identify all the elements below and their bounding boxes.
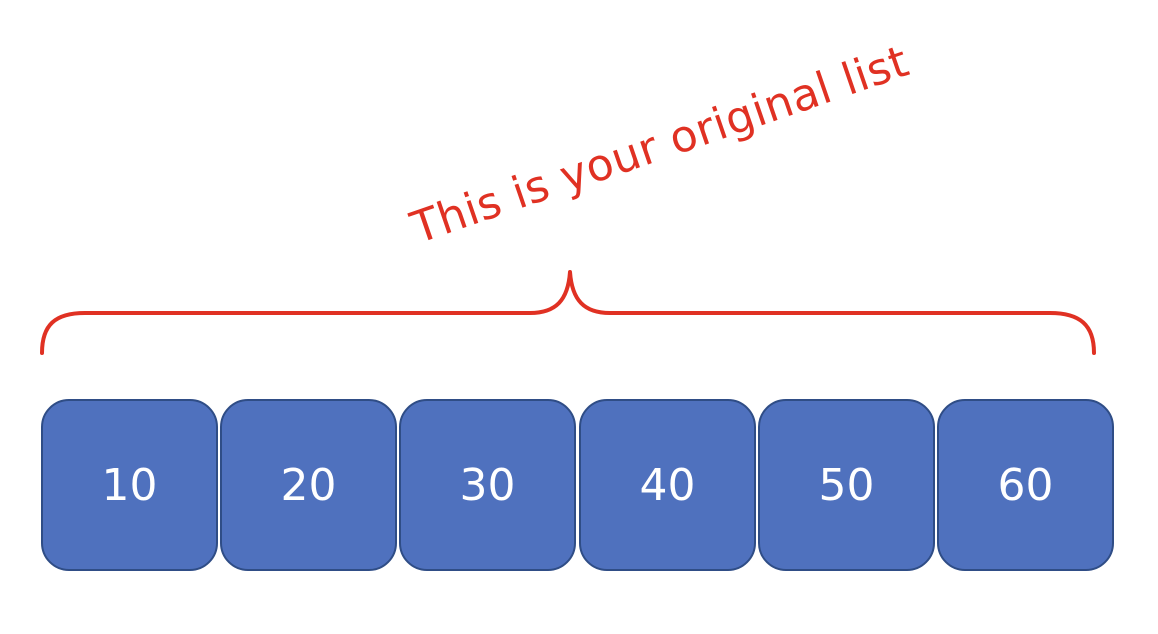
list-item: 60 [937, 399, 1114, 571]
original-list: 10 20 30 40 50 60 [41, 399, 1117, 573]
list-item-value: 20 [280, 459, 337, 511]
list-item-value: 50 [818, 459, 875, 511]
list-item: 40 [579, 399, 756, 571]
list-item-value: 10 [101, 459, 158, 511]
list-item-value: 60 [997, 459, 1054, 511]
list-item: 20 [220, 399, 397, 571]
list-item: 50 [758, 399, 935, 571]
list-item: 30 [399, 399, 576, 571]
list-item: 10 [41, 399, 218, 571]
list-item-value: 40 [639, 459, 696, 511]
list-item-value: 30 [459, 459, 516, 511]
